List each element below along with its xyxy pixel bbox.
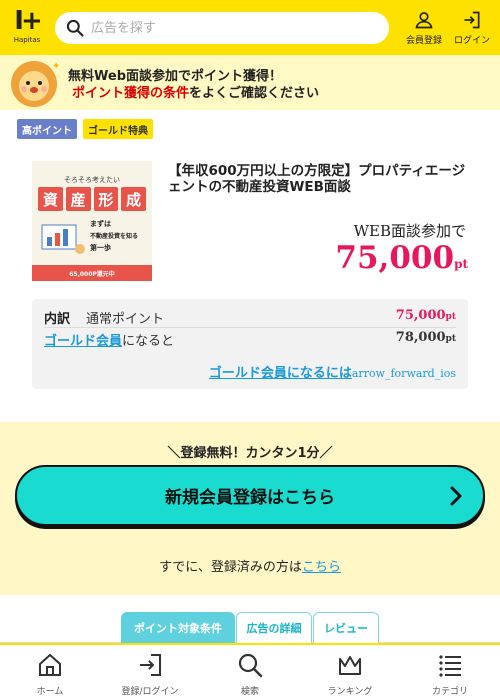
nav-ranking[interactable]: ランキング <box>310 652 390 697</box>
tab-reviews[interactable]: レビュー <box>313 612 379 643</box>
search-input[interactable] <box>91 20 371 36</box>
gold-how-link[interactable]: ゴールド会員になるにはarrow_forward_ios <box>209 362 456 381</box>
banner-emphasis: ポイント獲得の条件 <box>72 86 190 101</box>
normal-points-number: 75,000 <box>395 308 446 323</box>
register-button-label: 新規会員登録はこちら <box>165 488 335 508</box>
breakdown-label: 内訳 <box>44 312 71 327</box>
nav-search[interactable]: 検索 <box>210 652 290 697</box>
logo-mark: I+ <box>14 6 43 36</box>
offer-title: 【年収600万円以上の方限定】プロパティエージェントの不動産投資WEB面談 <box>168 163 466 195</box>
normal-points-label: 通常ポイント <box>86 312 165 327</box>
hapitas-logo[interactable]: I+ Hapitas <box>10 8 44 46</box>
thumb-line4: 第一歩 <box>90 244 111 252</box>
gold-points-row: ゴールド会員になると 78,000pt <box>44 330 456 350</box>
thumb-footer: 65,000P還元中 <box>32 265 152 281</box>
thumb-line2: まずは <box>90 220 111 228</box>
banner-line2: ポイント獲得の条件をよくご確認ください <box>72 82 319 101</box>
arrow-forward-icon: arrow_forward_ios <box>351 367 456 380</box>
gold-points-number: 78,000 <box>395 330 446 345</box>
thumb-char: 成 <box>121 187 146 211</box>
thumb-line3: 不動産投資を知る <box>90 233 139 240</box>
offer-condition: WEB面談参加で <box>353 222 466 240</box>
logo-text: Hapitas <box>13 36 41 44</box>
offer-points-unit: pt <box>454 257 468 271</box>
chart-illustration-icon <box>41 224 85 254</box>
existing-login-text: すでに、登録済みの方は <box>159 560 302 575</box>
thumb-footer-text: 65,000P還元中 <box>69 270 115 278</box>
home-icon <box>39 653 61 676</box>
nav-category-label: カテゴリ <box>431 687 468 697</box>
register-catchphrase: ＼登録無料！カンタン1分／ <box>167 446 333 461</box>
nav-home-label: ホーム <box>36 687 64 697</box>
gold-points-unit: pt <box>445 334 456 344</box>
search-bar[interactable] <box>55 12 389 44</box>
member-register-button[interactable]: 会員登録 <box>400 10 448 46</box>
offer-points: 75,000pt <box>335 240 468 276</box>
gold-member-link[interactable]: ゴールド会員 <box>44 334 122 349</box>
points-breakdown: 内訳 通常ポイント 75,000pt ゴールド会員になると 78,000pt ゴー… <box>32 299 468 389</box>
search-icon <box>238 653 263 678</box>
register-section: ＼登録無料！カンタン1分／ 新規会員登録はこちら すでに、登録済みの方はこちら <box>0 422 500 595</box>
chevron-right-icon <box>450 486 462 506</box>
member-register-label: 会員登録 <box>405 36 442 46</box>
app-header: I+ Hapitas 会員登録 ログイン <box>0 0 500 55</box>
login-icon <box>464 11 480 29</box>
existing-login-link[interactable]: こちら <box>302 560 341 575</box>
banner-line2-rest: をよくご確認ください <box>189 86 320 101</box>
thumb-caption: そろそろ考えたい <box>64 176 120 184</box>
normal-points-value: 75,000pt <box>396 308 456 323</box>
offer-points-value: 75,000 <box>335 240 455 276</box>
nav-home[interactable]: ホーム <box>10 652 90 697</box>
tab-details[interactable]: 広告の詳細 <box>236 612 312 643</box>
thumb-headline: 資 産 形 成 <box>38 187 146 211</box>
thumb-char: 産 <box>65 187 91 211</box>
gold-suffix: になると <box>122 334 175 349</box>
svg-text:✦: ✦ <box>52 61 60 72</box>
nav-ranking-label: ランキング <box>327 687 373 697</box>
login-button[interactable]: ログイン <box>448 10 496 46</box>
mascot-lion-icon: ✦ <box>11 61 60 107</box>
thumb-char: 形 <box>93 187 119 211</box>
tab-conditions[interactable]: ポイント対象条件 <box>121 612 235 643</box>
nav-search-label: 検索 <box>240 687 259 697</box>
detail-tabs: ポイント対象条件 広告の詳細 レビュー <box>0 595 500 643</box>
nav-category[interactable]: カテゴリ <box>410 652 490 697</box>
crown-icon <box>339 656 361 675</box>
gold-how-text: ゴールド会員になるには <box>208 366 352 381</box>
register-button[interactable]: 新規会員登録はこちら <box>15 465 485 526</box>
user-icon <box>415 12 433 29</box>
nav-login[interactable]: 登録/ログイン <box>110 652 190 697</box>
existing-login: すでに、登録済みの方はこちら <box>0 556 500 575</box>
login-icon <box>140 654 161 676</box>
normal-points-unit: pt <box>445 312 456 322</box>
bottom-navigation: ホーム 登録/ログイン 検索 ランキング カテゴリ <box>0 643 500 700</box>
high-point-badge: 高ポイント <box>17 119 77 139</box>
normal-points-row: 内訳 通常ポイント 75,000pt <box>44 308 456 328</box>
search-icon <box>66 19 84 37</box>
list-icon <box>439 655 461 677</box>
notice-banner: ✦ 無料Web面談参加でポイント獲得！ ポイント獲得の条件をよくご確認ください <box>0 55 500 110</box>
nav-login-label: 登録/ログイン <box>121 687 179 697</box>
offer-thumbnail[interactable]: そろそろ考えたい 資 産 形 成 まずは 不動産投資を知る 第一歩 65,000… <box>32 161 152 281</box>
login-label: ログイン <box>453 36 490 46</box>
gold-benefit-badge: ゴールド特典 <box>83 119 153 139</box>
thumb-char: 資 <box>38 187 63 211</box>
gold-points-value: 78,000pt <box>396 330 456 345</box>
